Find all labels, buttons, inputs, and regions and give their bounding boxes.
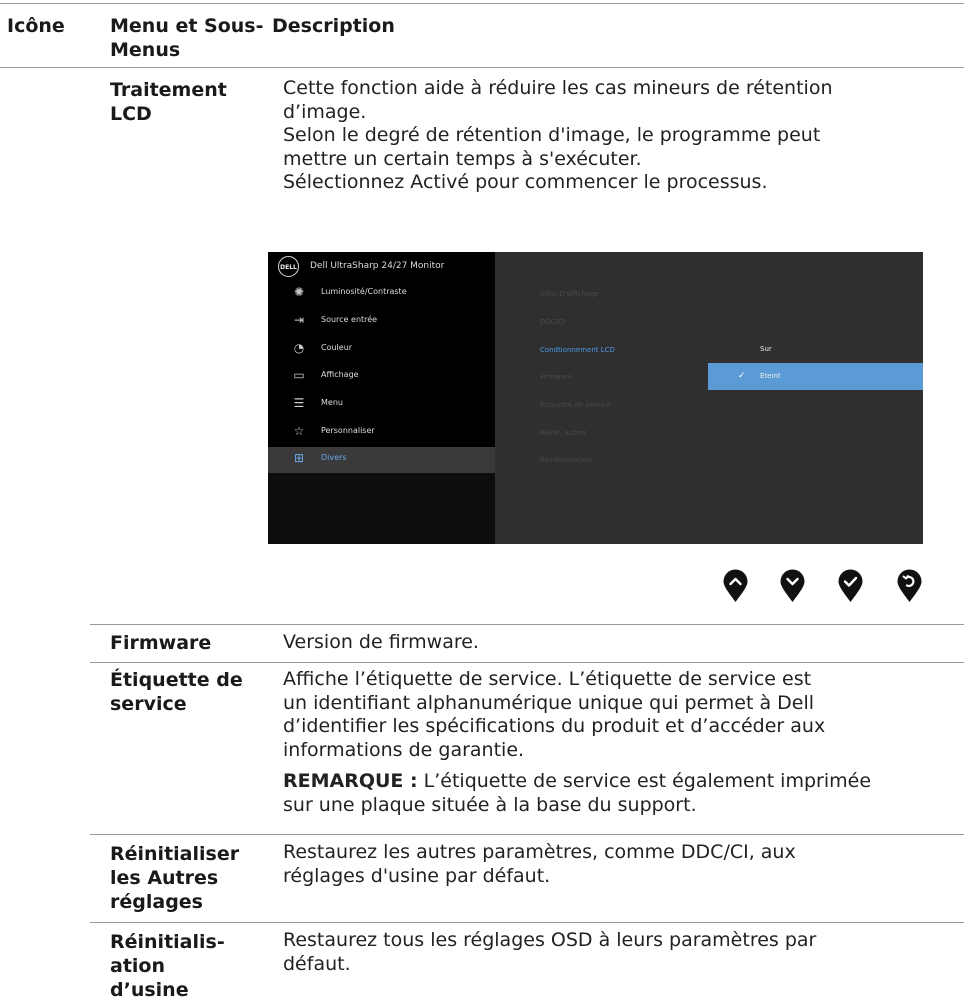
desc-firmware: Version de firmware. (283, 631, 479, 653)
desc-service-tag: Affiche l’étiquette de service. L’étique… (283, 668, 953, 817)
term-factory-line: Réinitialis- (110, 931, 225, 953)
osd-submenu-display-info[interactable]: Infos D'affichage (540, 289, 599, 299)
term-reset-others: Réinitialiser les Autres réglages (110, 842, 239, 914)
osd-menu-item-color[interactable]: ◔ Couleur (268, 337, 495, 363)
header-rule (0, 67, 964, 68)
row-rule-factory-reset (90, 922, 964, 923)
row-rule-firmware (90, 624, 964, 625)
osd-menu-label: Personnaliser (321, 426, 375, 435)
header-menu-line1: Menu et Sous- (110, 15, 264, 37)
nav-up-button[interactable] (723, 569, 748, 603)
osd-option-label: Eteint (760, 372, 781, 380)
desc-factory-line: défaut. (283, 952, 351, 975)
osd-menu-item-menu[interactable]: ☰ Menu (268, 392, 495, 418)
note-text-line2: sur une plaque située à la base du suppo… (283, 793, 697, 816)
osd-menu-item-personalize[interactable]: ☆ Personnaliser (268, 420, 495, 446)
desc-service-line: Affiche l’étiquette de service. L’étique… (283, 668, 812, 690)
osd-menu-item-input-source[interactable]: ⇥ Source entrée (268, 309, 495, 335)
desc-lcd-conditioning: Cette fonction aide à réduire les cas mi… (283, 77, 933, 195)
desc-reset-others: Restaurez les autres paramètres, comme D… (283, 841, 796, 888)
header-icon-column: Icône (7, 15, 65, 37)
osd-menu-item-others[interactable]: ⊞ Divers (268, 447, 495, 473)
brightness-icon: ✺ (293, 285, 305, 299)
term-factory-line: ation (110, 955, 165, 977)
term-lcd-conditioning: Traitement LCD (110, 78, 227, 126)
desc-reset-line: réglages d'usine par défaut. (283, 864, 551, 887)
term-factory-line: d’usine (110, 979, 189, 1001)
term-reset-line: les Autres (110, 867, 219, 889)
nav-down-button[interactable] (780, 569, 805, 603)
dell-logo-icon: DELL (278, 256, 299, 277)
osd-title: Dell UltraSharp 24/27 Monitor (310, 261, 445, 271)
osd-menu-label: Source entrée (321, 315, 378, 324)
osd-menu-label: Divers (321, 453, 347, 462)
color-icon: ◔ (293, 341, 305, 355)
check-icon: ✓ (738, 371, 746, 381)
osd-option-on[interactable]: Sur (708, 336, 923, 363)
service-note: REMARQUE : L’étiquette de service est ég… (283, 770, 953, 794)
desc-lcd-line: Cette fonction aide à réduire les cas mi… (283, 77, 833, 99)
desc-lcd-line: d’image. (283, 100, 367, 123)
osd-option-off[interactable]: ✓ Eteint (708, 363, 923, 390)
desc-lcd-line: mettre un certain temps à s'exécuter. (283, 147, 642, 170)
desc-reset-line: Restaurez les autres paramètres, comme D… (283, 841, 796, 863)
row-rule-service (90, 662, 964, 663)
header-menu-column: Menu et Sous- Menus (110, 14, 264, 62)
term-lcd-line1: Traitement (110, 79, 227, 101)
others-icon: ⊞ (293, 451, 305, 465)
header-menu-line2: Menus (110, 39, 181, 61)
desc-lcd-line: Sélectionnez Activé pour commencer le pr… (283, 171, 768, 193)
desc-lcd-line: Selon le degré de rétention d'image, le … (283, 124, 821, 146)
osd-submenu-ddcci[interactable]: DDC/CI (540, 317, 565, 327)
desc-service-line: d’identifier les spécifications du produ… (283, 715, 826, 737)
note-text: L’étiquette de service est également imp… (417, 770, 872, 792)
star-icon: ☆ (293, 424, 305, 438)
osd-submenu-service-tag[interactable]: Étiquette de service (540, 400, 610, 410)
desc-service-line: un identifiant alphanumérique unique qui… (283, 691, 815, 714)
desc-service-line: informations de garantie. (283, 738, 525, 761)
osd-option-label: Sur (760, 345, 772, 353)
osd-menu-label: Menu (321, 398, 343, 407)
nav-ok-button[interactable] (838, 569, 863, 603)
top-rule (0, 3, 964, 4)
desc-factory-line: Restaurez tous les réglages OSD à leurs … (283, 929, 817, 951)
note-label: REMARQUE : (283, 770, 418, 792)
osd-submenu-firmware[interactable]: Firmware (540, 372, 572, 382)
term-reset-line: Réinitialiser (110, 843, 240, 865)
osd-menu-label: Luminosité/Contraste (321, 287, 407, 296)
osd-menu-item-brightness[interactable]: ✺ Luminosité/Contraste (268, 281, 495, 307)
osd-submenu-lcd-conditioning[interactable]: Condtionnement LCD (540, 345, 615, 355)
osd-submenu-factory-reset[interactable]: Réinitialisation (540, 455, 591, 465)
term-firmware: Firmware (110, 632, 212, 654)
input-source-icon: ⇥ (293, 313, 305, 327)
osd-submenu-reset-other[interactable]: Réinit. autres (540, 428, 587, 438)
osd-menu-label: Affichage (321, 370, 359, 379)
term-reset-line: réglages (110, 891, 203, 913)
term-factory-reset: Réinitialis- ation d’usine (110, 930, 225, 1002)
osd-menu-item-display[interactable]: ▭ Affichage (268, 364, 495, 390)
row-rule-reset-others (90, 834, 964, 835)
desc-factory-reset: Restaurez tous les réglages OSD à leurs … (283, 929, 816, 976)
term-service-line1: Étiquette de (110, 669, 243, 691)
term-service-line2: service (110, 693, 187, 715)
osd-menu-label: Couleur (321, 343, 353, 352)
display-icon: ▭ (293, 368, 305, 382)
term-service-tag: Étiquette de service (110, 668, 243, 716)
term-lcd-line2: LCD (110, 103, 152, 125)
menu-icon: ☰ (293, 396, 305, 410)
osd-screenshot: DELL Dell UltraSharp 24/27 Monitor ✺ Lum… (268, 252, 923, 544)
header-description-column: Description (272, 15, 395, 37)
nav-back-button[interactable] (897, 569, 922, 603)
